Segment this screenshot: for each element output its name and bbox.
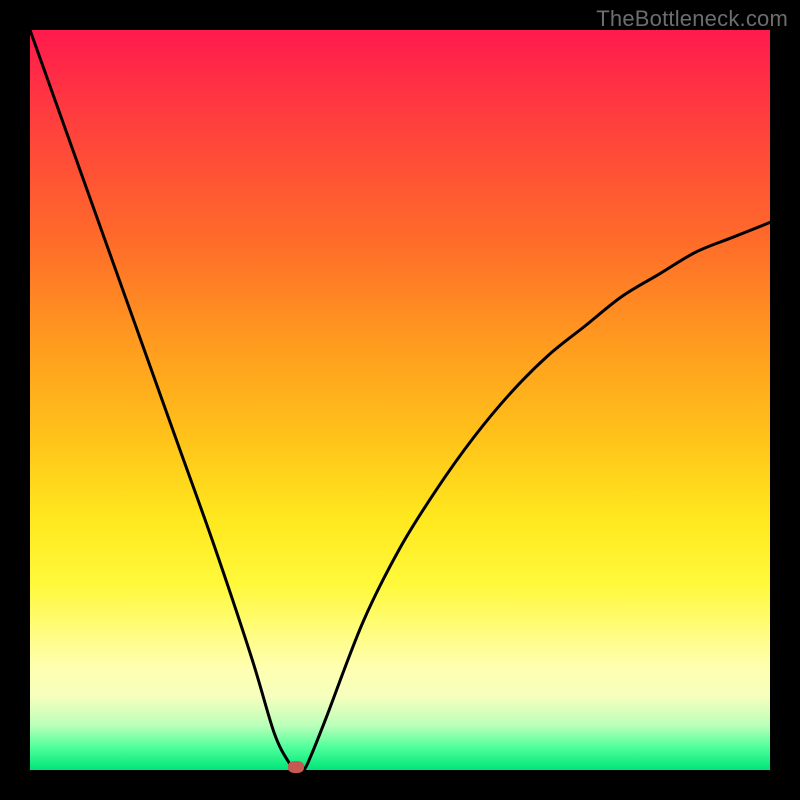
minimum-marker — [288, 761, 304, 773]
bottleneck-curve — [30, 30, 770, 770]
plot-area — [30, 30, 770, 770]
watermark-text: TheBottleneck.com — [596, 6, 788, 32]
image-frame: TheBottleneck.com — [0, 0, 800, 800]
